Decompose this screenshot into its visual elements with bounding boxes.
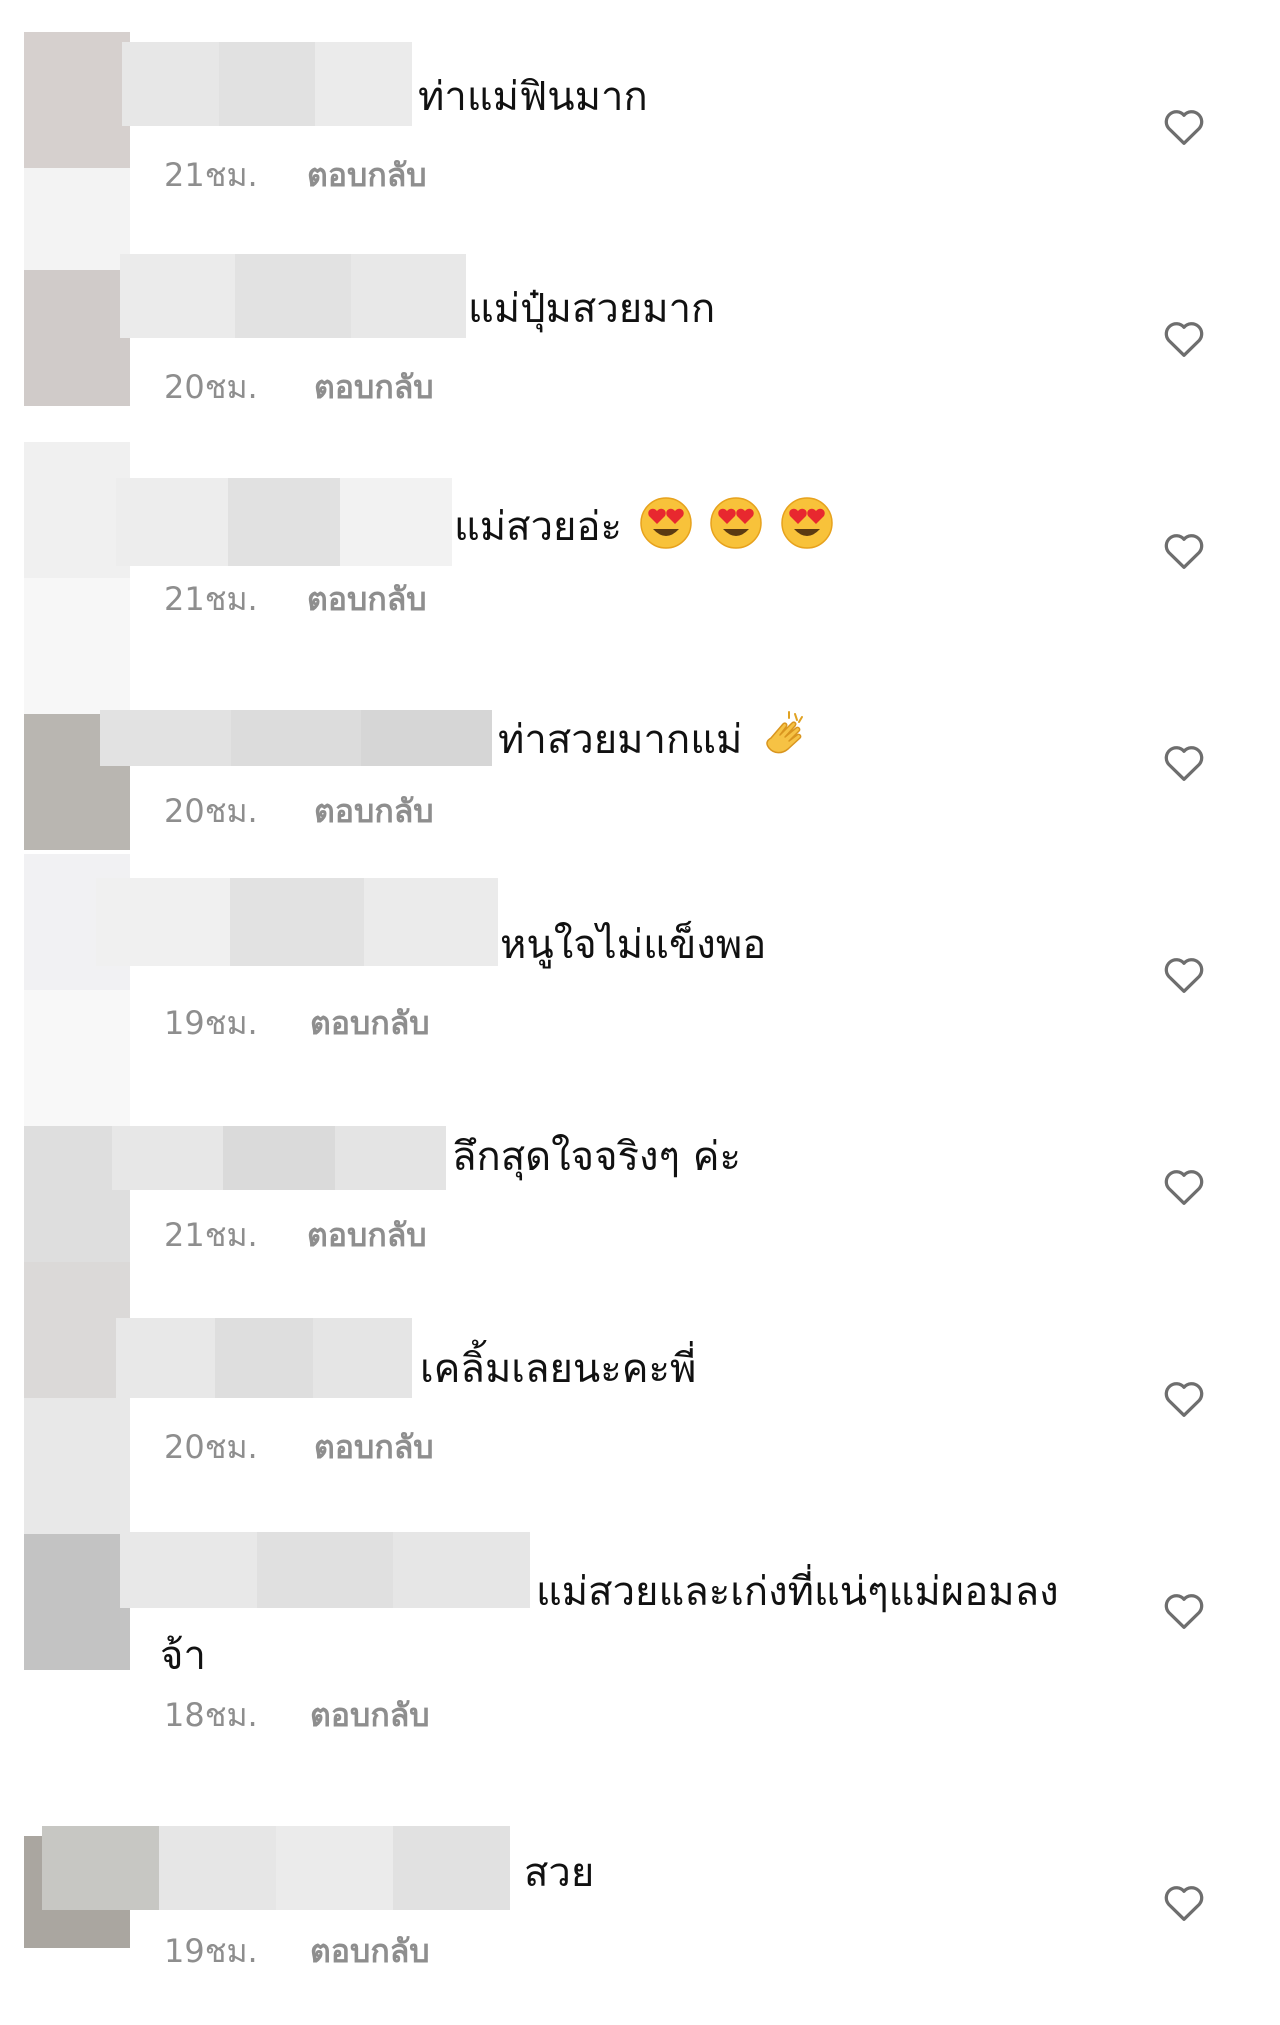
comment-timestamp: 19ชม. — [164, 1932, 258, 1970]
comment-meta: 20ชม. ตอบกลับ — [164, 786, 434, 837]
comment-meta: 21ชม. ตอบกลับ — [164, 150, 427, 201]
reply-button[interactable]: ตอบกลับ — [310, 1690, 430, 1741]
comment-meta: 20ชม. ตอบกลับ — [164, 362, 434, 413]
comment-meta: 19ชม. ตอบกลับ — [164, 1926, 430, 1977]
reply-button[interactable]: ตอบกลับ — [314, 362, 434, 413]
comment-text: ท่าสวยมากแม่ — [498, 708, 811, 776]
username-blurred[interactable] — [112, 1126, 446, 1190]
username-blurred[interactable] — [116, 478, 452, 566]
comment-timestamp: 19ชม. — [164, 1004, 258, 1042]
comment-text: ท่าแม่ฟินมาก — [418, 74, 648, 120]
heart-eyes-emoji — [639, 496, 693, 562]
comment-timestamp: 20ชม. — [164, 792, 258, 830]
comment-meta: 21ชม. ตอบกลับ — [164, 1210, 427, 1261]
comment-timestamp: 18ชม. — [164, 1696, 258, 1734]
reply-button[interactable]: ตอบกลับ — [310, 998, 430, 1049]
reply-button[interactable]: ตอบกลับ — [307, 574, 427, 625]
comment-text: ลึกสุดใจจริงๆ ค่ะ — [452, 1134, 741, 1180]
comment-meta: 18ชม. ตอบกลับ — [164, 1690, 430, 1741]
reply-button[interactable]: ตอบกลับ — [314, 786, 434, 837]
comment-text-content: ท่าสวยมากแม่ — [498, 717, 743, 763]
heart-eyes-emoji — [709, 496, 763, 562]
comment-timestamp: 20ชม. — [164, 1428, 258, 1466]
comment-meta: 21ชม. ตอบกลับ — [164, 574, 427, 625]
avatar-blurred[interactable] — [24, 270, 130, 442]
comment-text: เคลิ้มเลยนะคะพี่ — [420, 1346, 697, 1392]
avatar-blurred[interactable] — [24, 442, 130, 714]
avatar-blurred[interactable] — [24, 1262, 130, 1534]
comment-text: หนูใจไม่แข็งพอ — [500, 922, 767, 968]
heart-eyes-emoji — [780, 496, 834, 562]
username-blurred[interactable] — [96, 878, 498, 966]
comment-list: ท่าแม่ฟินมาก 21ชม. ตอบกลับ แม่ปุ๋มสวยมาก… — [0, 0, 1280, 2025]
like-heart-icon[interactable] — [1162, 530, 1206, 570]
like-heart-icon[interactable] — [1162, 106, 1206, 146]
like-heart-icon[interactable] — [1162, 742, 1206, 782]
comment-text: แม่ปุ๋มสวยมาก — [468, 286, 716, 332]
avatar-blurred[interactable] — [24, 32, 130, 308]
comment-meta: 19ชม. ตอบกลับ — [164, 998, 430, 1049]
comment-text: สวย — [524, 1850, 595, 1896]
comment-text: แม่สวยอ่ะ — [454, 496, 834, 562]
like-heart-icon[interactable] — [1162, 318, 1206, 358]
like-heart-icon[interactable] — [1162, 954, 1206, 994]
avatar-blurred[interactable] — [24, 1534, 130, 1672]
clapping-hands-emoji — [755, 708, 811, 776]
like-heart-icon[interactable] — [1162, 1166, 1206, 1206]
username-blurred[interactable] — [42, 1826, 510, 1910]
reply-button[interactable]: ตอบกลับ — [310, 1926, 430, 1977]
comment-meta: 20ชม. ตอบกลับ — [164, 1422, 434, 1473]
username-blurred[interactable] — [100, 710, 492, 766]
username-blurred[interactable] — [116, 1318, 412, 1398]
username-blurred[interactable] — [122, 42, 412, 126]
comment-timestamp: 20ชม. — [164, 368, 258, 406]
like-heart-icon[interactable] — [1162, 1590, 1206, 1630]
comment-text-content: แม่สวยอ่ะ — [454, 504, 622, 550]
like-heart-icon[interactable] — [1162, 1378, 1206, 1418]
reply-button[interactable]: ตอบกลับ — [307, 1210, 427, 1261]
comment-timestamp: 21ชม. — [164, 1216, 258, 1254]
comment-timestamp: 21ชม. — [164, 156, 258, 194]
reply-button[interactable]: ตอบกลับ — [314, 1422, 434, 1473]
comment-timestamp: 21ชม. — [164, 580, 258, 618]
username-blurred[interactable] — [120, 254, 466, 338]
like-heart-icon[interactable] — [1162, 1882, 1206, 1922]
comment-text: แม่สวยและเก่งที่แน่ๆแม่ผอมลงจ้า — [160, 1569, 1059, 1679]
reply-button[interactable]: ตอบกลับ — [307, 150, 427, 201]
